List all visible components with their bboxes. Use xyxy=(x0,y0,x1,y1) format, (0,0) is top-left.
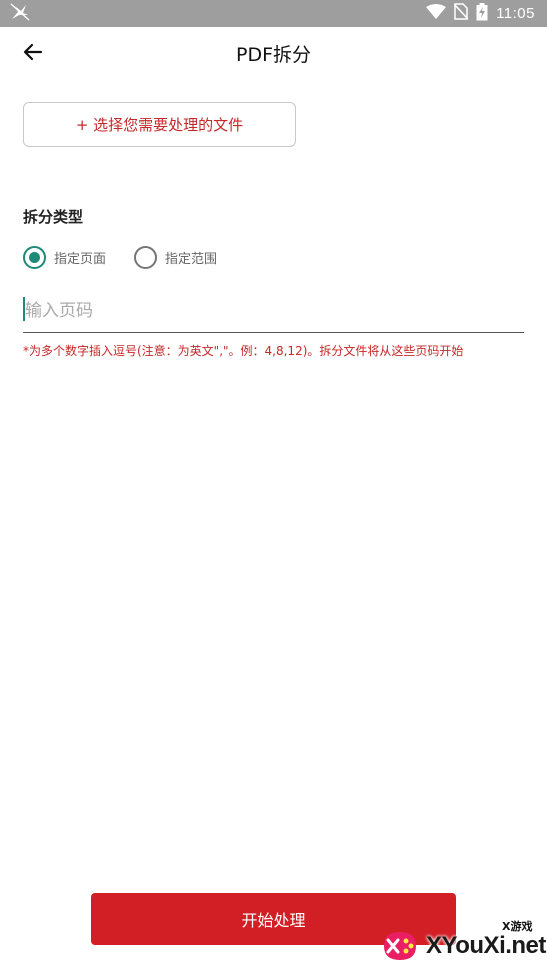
split-type-radio-group: 指定页面 指定范围 xyxy=(23,244,245,270)
gamepad-logo-icon xyxy=(378,924,422,968)
watermark: X游戏 XYouXi.net xyxy=(372,918,547,974)
no-sim-icon xyxy=(453,3,469,24)
radio-specify-range[interactable]: 指定范围 xyxy=(134,245,218,269)
watermark-brand: XYouXi.net xyxy=(426,932,546,959)
radio-unchecked-icon xyxy=(134,245,158,269)
radio-label: 指定页面 xyxy=(54,251,107,267)
hint-text: *为多个数字插入逗号(注意：为英文","。例：4,8,12)。拆分文件将从这些页… xyxy=(23,344,464,358)
battery-charging-icon xyxy=(476,2,488,25)
notification-bird-icon xyxy=(10,2,30,25)
app-bar: PDF拆分 xyxy=(0,27,547,79)
page-input-container xyxy=(23,290,524,333)
page-title: PDF拆分 xyxy=(235,44,312,66)
status-bar: 11:05 xyxy=(0,0,547,27)
page-number-input[interactable] xyxy=(23,290,524,332)
radio-specify-pages[interactable]: 指定页面 xyxy=(23,245,107,269)
wifi-icon xyxy=(426,3,447,24)
status-time: 11:05 xyxy=(496,5,535,22)
radio-checked-icon xyxy=(23,245,46,269)
select-file-button[interactable]: + 选择您需要处理的文件 xyxy=(23,102,296,147)
text-caret xyxy=(23,297,25,321)
radio-label: 指定范围 xyxy=(165,251,218,267)
split-type-label: 拆分类型 xyxy=(23,208,84,226)
